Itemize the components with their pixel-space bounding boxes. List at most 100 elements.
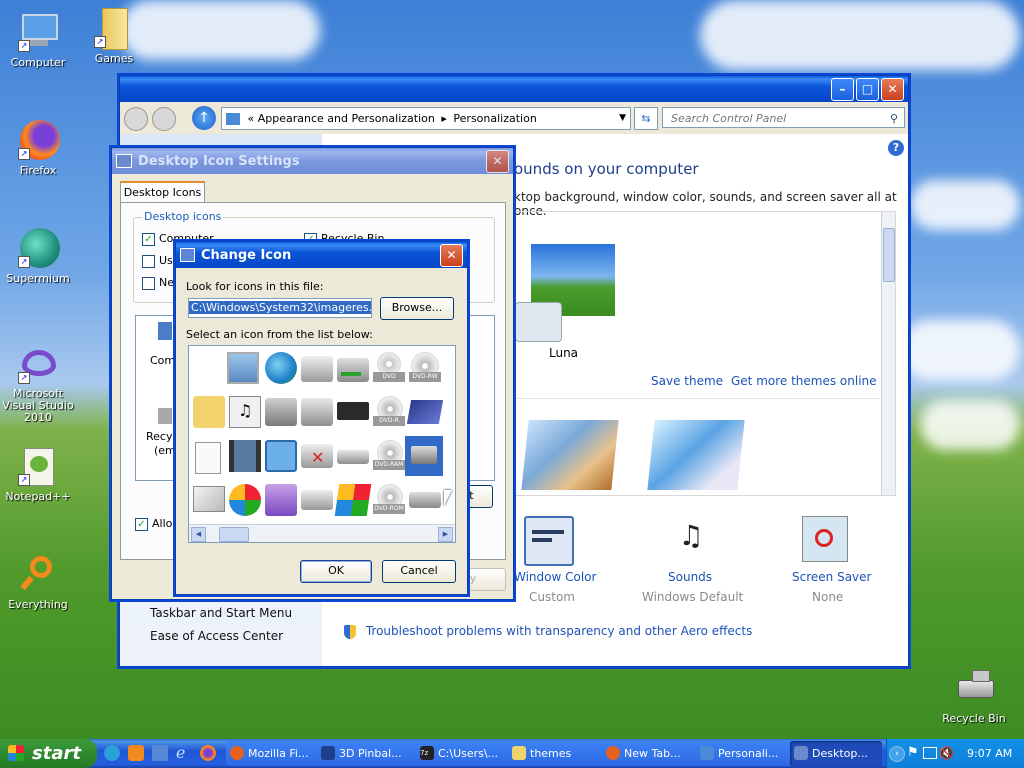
- control-panel-icon[interactable]: [265, 440, 297, 472]
- desktop-icon-recycle-bin[interactable]: Recycle Bin: [934, 668, 1014, 725]
- desktop-icon-visual-studio[interactable]: ↗ Microsoft Visual Studio 2010: [0, 344, 78, 424]
- minimize-button[interactable]: –: [831, 77, 854, 101]
- desktop-icon-everything[interactable]: Everything: [0, 554, 78, 611]
- quick-launch-icon[interactable]: [128, 745, 144, 761]
- checkbox[interactable]: ✓: [135, 517, 148, 531]
- task-3d-pinball[interactable]: 3D Pinbal...: [317, 741, 424, 766]
- theme-thumbnail[interactable]: [647, 420, 745, 490]
- checkbox-network[interactable]: Ne: [142, 276, 174, 290]
- floppy-drive-icon[interactable]: [406, 400, 444, 424]
- cancel-button[interactable]: Cancel: [382, 560, 456, 583]
- chevron-down-icon[interactable]: ▼: [619, 108, 626, 129]
- ok-button[interactable]: OK: [300, 560, 372, 583]
- show-hidden-icons-icon[interactable]: ‹: [889, 746, 905, 762]
- desktop-icon-computer[interactable]: ↗ Computer: [0, 12, 78, 69]
- desktop-icon-games[interactable]: ↗ Games: [74, 8, 154, 65]
- sounds-icon[interactable]: ♫: [666, 516, 716, 564]
- troubleshoot-link[interactable]: Troubleshoot problems with transparency …: [366, 624, 753, 638]
- maximize-button[interactable]: □: [856, 77, 879, 101]
- breadcrumb-personalization[interactable]: Personalization: [453, 112, 536, 125]
- flag-icon[interactable]: ⚑: [907, 746, 919, 760]
- mail-envelope-icon[interactable]: [193, 486, 225, 512]
- get-more-themes-link[interactable]: Get more themes online: [731, 374, 877, 388]
- breadcrumb-appearance[interactable]: Appearance and Personalization: [258, 112, 435, 125]
- screen-saver-icon[interactable]: [802, 516, 848, 562]
- checkbox[interactable]: [142, 276, 155, 290]
- search-input[interactable]: Search Control Panel ⚲: [662, 107, 905, 128]
- desktop-icon-firefox[interactable]: ↗ Firefox: [0, 120, 78, 177]
- quick-launch-icon[interactable]: [152, 745, 168, 761]
- scrollbar[interactable]: [881, 212, 895, 495]
- search-icon[interactable]: ⚲: [890, 108, 898, 129]
- task-desktop-icon-settings[interactable]: Desktop...: [790, 741, 882, 766]
- task-themes-folder[interactable]: themes: [508, 741, 615, 766]
- back-button[interactable]: [124, 107, 148, 131]
- removable-drive-icon[interactable]: [337, 450, 369, 464]
- tab-desktop-icons[interactable]: Desktop Icons: [120, 181, 205, 203]
- close-button[interactable]: ✕: [881, 77, 904, 101]
- task-7zip[interactable]: 7z C:\Users\...: [416, 741, 523, 766]
- close-button[interactable]: ✕: [440, 243, 463, 267]
- display-icon[interactable]: [227, 352, 259, 384]
- volume-muted-icon[interactable]: 🔇: [939, 746, 954, 760]
- drive-icon[interactable]: [409, 492, 441, 508]
- drive-icon[interactable]: [301, 398, 333, 426]
- firefox-icon[interactable]: [200, 745, 216, 761]
- dvd-ram-icon[interactable]: DVD-RAM: [373, 440, 405, 472]
- window-color-icon[interactable]: [524, 516, 584, 566]
- start-button[interactable]: start: [0, 739, 97, 768]
- music-sheet-icon[interactable]: ♫: [229, 396, 261, 428]
- save-theme-link[interactable]: Save theme: [651, 374, 723, 388]
- browse-button[interactable]: Browse...: [380, 297, 454, 320]
- network-globe-icon[interactable]: [265, 352, 297, 384]
- desktop-icon-supermium[interactable]: ↗ Supermium: [0, 228, 78, 285]
- video-film-icon[interactable]: [229, 440, 261, 472]
- dvd-rom-icon[interactable]: DVD-ROM: [373, 484, 405, 516]
- printer-icon[interactable]: [265, 398, 297, 426]
- folder-search-icon[interactable]: [193, 396, 225, 428]
- scroll-left-icon[interactable]: ◀: [191, 527, 206, 542]
- screen-saver-link[interactable]: Screen Saver: [792, 570, 871, 584]
- help-icon[interactable]: ?: [888, 140, 904, 156]
- icon-list[interactable]: DVD DVD-RW ♫ DVD-R ✕ DVD-RAM DVD-ROM ◀ ▶: [188, 345, 456, 543]
- network-drive-icon[interactable]: [337, 358, 369, 382]
- document-icon[interactable]: [195, 442, 221, 474]
- drive-icon[interactable]: [301, 490, 333, 510]
- scrollbar-thumb[interactable]: [883, 228, 895, 282]
- windows-update-icon[interactable]: [229, 484, 261, 516]
- scrollbar-thumb[interactable]: [219, 527, 249, 542]
- selected-drive-icon[interactable]: [405, 436, 443, 476]
- address-bar[interactable]: « Appearance and Personalization ▸ Perso…: [221, 107, 631, 130]
- horizontal-scrollbar[interactable]: ◀ ▶: [189, 524, 455, 542]
- internet-explorer-icon[interactable]: ℯ: [176, 744, 194, 762]
- network-icon[interactable]: [923, 747, 937, 759]
- ease-of-access-link[interactable]: Ease of Access Center: [150, 629, 283, 643]
- memory-chip-icon[interactable]: [337, 402, 369, 420]
- file-path-input[interactable]: C:\Windows\System32\imageres.dll: [188, 298, 372, 318]
- taskbar-and-start-menu-link[interactable]: Taskbar and Start Menu: [150, 606, 292, 620]
- dvd-rw-icon[interactable]: DVD-RW: [409, 352, 441, 384]
- close-button[interactable]: ✕: [486, 149, 509, 173]
- task-personalization[interactable]: Personali...: [696, 741, 803, 766]
- desktop-icon-notepad-plus-plus[interactable]: ↗ Notepad++: [0, 446, 78, 503]
- dvd-r-icon[interactable]: DVD-R: [373, 396, 405, 428]
- dvd-drive-icon[interactable]: DVD: [373, 352, 405, 384]
- troubleshoot-row[interactable]: Troubleshoot problems with transparency …: [344, 624, 752, 639]
- quick-launch-icon[interactable]: [104, 745, 120, 761]
- drive-icon[interactable]: [301, 356, 333, 382]
- disconnected-drive-icon[interactable]: ✕: [301, 444, 333, 468]
- refresh-icon[interactable]: ⇆: [634, 107, 658, 130]
- task-new-tab[interactable]: New Tab...: [602, 741, 709, 766]
- checkbox[interactable]: [142, 254, 155, 268]
- windows-logo-icon[interactable]: [334, 484, 372, 516]
- forward-button[interactable]: [152, 107, 176, 131]
- sounds-link[interactable]: Sounds: [668, 570, 712, 584]
- media-drive-icon[interactable]: [265, 484, 297, 516]
- checkbox-user-files[interactable]: Us: [142, 254, 173, 268]
- checkbox[interactable]: ✓: [142, 232, 155, 246]
- clock[interactable]: 9:07 AM: [967, 739, 1012, 768]
- theme-thumbnail[interactable]: [521, 420, 619, 490]
- scroll-right-icon[interactable]: ▶: [438, 527, 453, 542]
- window-color-link[interactable]: Window Color: [514, 570, 634, 584]
- up-arrow-icon[interactable]: ↑: [192, 106, 216, 130]
